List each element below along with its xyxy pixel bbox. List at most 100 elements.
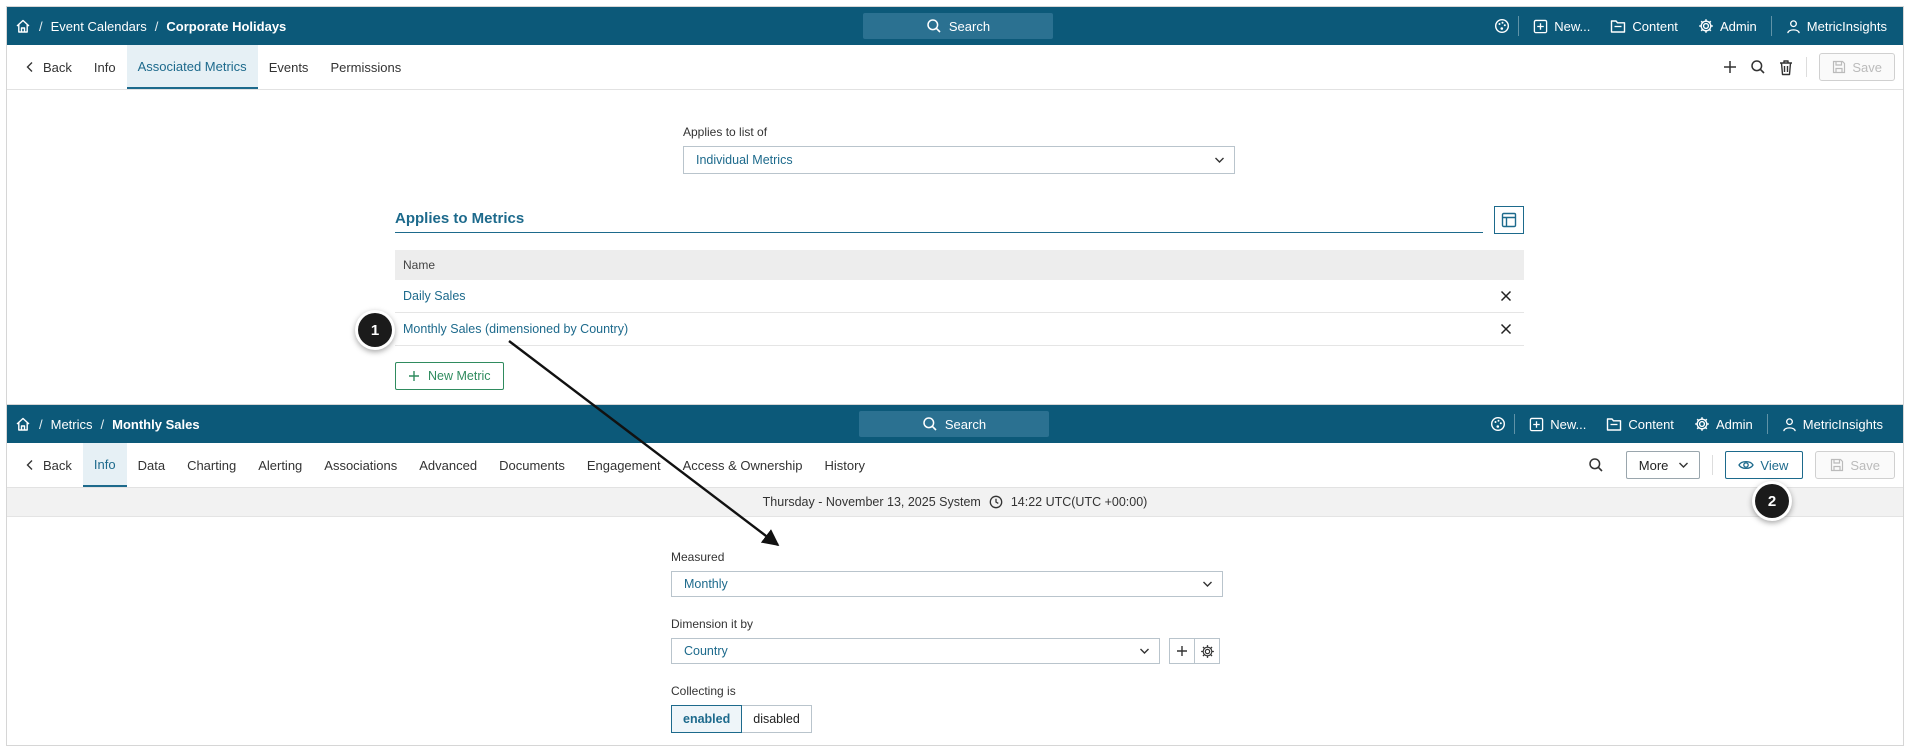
view-button[interactable]: View bbox=[1725, 451, 1804, 479]
divider bbox=[1770, 16, 1772, 36]
user-menu[interactable]: MetricInsights bbox=[1776, 417, 1889, 432]
applies-list-select[interactable]: Individual Metrics bbox=[683, 146, 1235, 174]
table-row: Daily Sales bbox=[395, 280, 1524, 313]
clock-icon bbox=[989, 495, 1003, 509]
gear-icon bbox=[1694, 416, 1710, 432]
chevron-down-icon bbox=[1678, 461, 1689, 469]
floppy-icon bbox=[1830, 458, 1844, 472]
section-header: Applies to Metrics bbox=[395, 210, 1483, 233]
breadcrumb-event-calendars[interactable]: Event Calendars bbox=[51, 19, 147, 34]
content-menu-label: Content bbox=[1628, 416, 1674, 432]
global-search-button[interactable]: Search bbox=[863, 13, 1053, 39]
collecting-enabled-option[interactable]: enabled bbox=[671, 705, 743, 733]
close-icon[interactable] bbox=[1500, 323, 1512, 335]
breadcrumb-separator: / bbox=[39, 416, 43, 432]
save-button[interactable]: Save bbox=[1815, 451, 1895, 479]
top-right-menu: New... Content Admin MetricInsights bbox=[1490, 405, 1889, 443]
folder-icon bbox=[1610, 19, 1626, 34]
new-menu[interactable]: New... bbox=[1527, 19, 1596, 34]
collecting-disabled-option[interactable]: disabled bbox=[742, 705, 812, 733]
tab-info[interactable]: Info bbox=[83, 45, 127, 89]
table-row: Monthly Sales (dimensioned by Country) bbox=[395, 313, 1524, 346]
breadcrumb-metrics[interactable]: Metrics bbox=[51, 417, 93, 432]
add-dimension-button[interactable] bbox=[1169, 638, 1195, 664]
home-icon[interactable] bbox=[15, 416, 31, 432]
palette-icon[interactable] bbox=[1490, 416, 1506, 432]
tab-permissions[interactable]: Permissions bbox=[319, 45, 412, 89]
tab-access-ownership[interactable]: Access & Ownership bbox=[672, 443, 814, 487]
top-nav-bar: / Metrics / Monthly Sales Search New... … bbox=[7, 405, 1903, 443]
tab-events[interactable]: Events bbox=[258, 45, 320, 89]
measured-value: Monthly bbox=[684, 577, 728, 591]
tab-associated-metrics[interactable]: Associated Metrics bbox=[126, 45, 258, 89]
palette-icon[interactable] bbox=[1494, 18, 1510, 34]
close-icon[interactable] bbox=[1500, 290, 1512, 302]
home-icon[interactable] bbox=[15, 18, 31, 34]
content-menu[interactable]: Content bbox=[1604, 19, 1684, 34]
chevron-down-icon bbox=[1139, 647, 1150, 655]
metric-link-daily-sales[interactable]: Daily Sales bbox=[403, 289, 466, 303]
admin-menu[interactable]: Admin bbox=[1692, 18, 1763, 34]
global-search-button[interactable]: Search bbox=[859, 411, 1049, 437]
admin-menu-label: Admin bbox=[1719, 18, 1757, 34]
new-metric-label: New Metric bbox=[428, 369, 491, 383]
tab-advanced[interactable]: Advanced bbox=[408, 443, 488, 487]
user-menu[interactable]: MetricInsights bbox=[1780, 19, 1893, 34]
measured-label: Measured bbox=[671, 550, 725, 564]
event-calendar-panel: / Event Calendars / Corporate Holidays S… bbox=[6, 6, 1904, 408]
breadcrumb-current: Corporate Holidays bbox=[166, 18, 287, 34]
breadcrumb: / Metrics / Monthly Sales bbox=[7, 416, 200, 432]
tab-info[interactable]: Info bbox=[82, 443, 127, 487]
grid-settings-icon bbox=[1501, 212, 1517, 228]
plus-icon bbox=[1176, 645, 1188, 657]
tab-documents[interactable]: Documents bbox=[488, 443, 576, 487]
back-button[interactable]: Back bbox=[7, 45, 83, 89]
admin-menu[interactable]: Admin bbox=[1688, 416, 1759, 432]
trash-icon[interactable] bbox=[1778, 59, 1794, 76]
chevron-left-icon bbox=[25, 459, 35, 471]
new-menu[interactable]: New... bbox=[1523, 417, 1592, 432]
tab-engagement[interactable]: Engagement bbox=[576, 443, 672, 487]
callout-badge-1: 1 bbox=[358, 313, 392, 347]
tab-data[interactable]: Data bbox=[127, 443, 176, 487]
metric-editor-panel: / Metrics / Monthly Sales Search New... … bbox=[6, 404, 1904, 746]
more-button[interactable]: More bbox=[1625, 451, 1701, 479]
search-label: Search bbox=[944, 416, 987, 432]
breadcrumb-current: Monthly Sales bbox=[112, 416, 200, 432]
section-title: Applies to Metrics bbox=[395, 210, 525, 227]
save-label: Save bbox=[1852, 59, 1882, 75]
plus-icon[interactable] bbox=[1722, 59, 1738, 75]
plus-square-icon bbox=[1529, 417, 1544, 432]
plus-square-icon bbox=[1533, 19, 1548, 34]
divider bbox=[1766, 414, 1768, 434]
new-metric-button[interactable]: New Metric bbox=[395, 362, 504, 390]
dimension-select[interactable]: Country bbox=[671, 638, 1160, 664]
search-icon[interactable] bbox=[1588, 457, 1604, 473]
admin-menu-label: Admin bbox=[1715, 416, 1753, 432]
grid-settings-button[interactable] bbox=[1494, 206, 1524, 234]
dimension-settings-button[interactable] bbox=[1194, 638, 1220, 664]
user-icon bbox=[1782, 417, 1797, 432]
tab-history[interactable]: History bbox=[814, 443, 876, 487]
back-button[interactable]: Back bbox=[7, 443, 83, 487]
divider bbox=[1514, 414, 1516, 434]
content-menu[interactable]: Content bbox=[1600, 417, 1680, 432]
metric-link-monthly-sales[interactable]: Monthly Sales (dimensioned by Country) bbox=[403, 322, 628, 336]
measured-select[interactable]: Monthly bbox=[671, 571, 1223, 597]
search-icon[interactable] bbox=[1750, 59, 1766, 75]
system-time: 14:22 UTC(UTC +00:00) bbox=[1010, 495, 1148, 509]
search-label: Search bbox=[948, 18, 991, 34]
tab-charting[interactable]: Charting bbox=[176, 443, 247, 487]
tab-alerting[interactable]: Alerting bbox=[247, 443, 313, 487]
tab-associations[interactable]: Associations bbox=[313, 443, 408, 487]
chevron-down-icon bbox=[1202, 580, 1213, 588]
user-menu-label: MetricInsights bbox=[1806, 18, 1887, 34]
new-menu-label: New... bbox=[1554, 18, 1591, 34]
new-menu-label: New... bbox=[1550, 416, 1587, 432]
user-menu-label: MetricInsights bbox=[1802, 416, 1883, 432]
save-label: Save bbox=[1850, 457, 1880, 473]
chevron-left-icon bbox=[25, 61, 35, 73]
gear-icon bbox=[1200, 644, 1215, 659]
breadcrumb-separator: / bbox=[154, 18, 159, 34]
save-button[interactable]: Save bbox=[1819, 53, 1895, 81]
